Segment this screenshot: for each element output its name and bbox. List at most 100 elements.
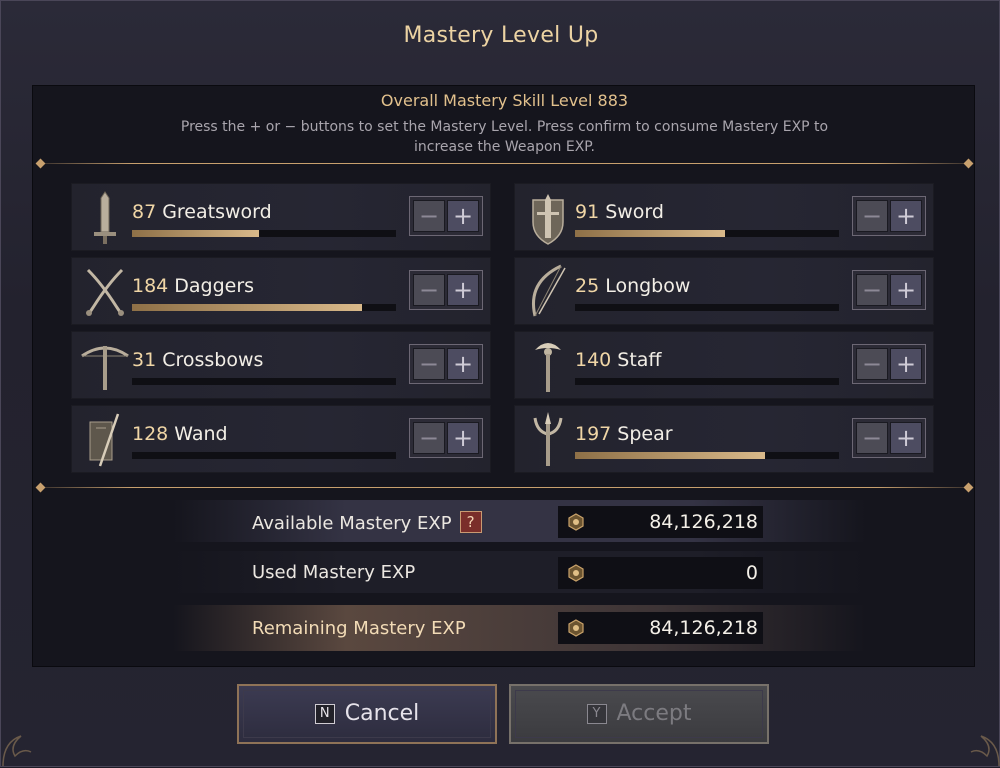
- bottom-divider: [39, 487, 970, 488]
- level-stepper: − +: [852, 196, 926, 236]
- weapon-progress-bar: [132, 452, 396, 459]
- weapon-row: 128 Wand − +: [71, 405, 491, 473]
- weapon-progress-bar: [575, 452, 839, 459]
- weapon-name: Sword: [605, 201, 664, 223]
- available-exp-label: Available Mastery EXP: [252, 513, 452, 534]
- help-icon[interactable]: ?: [459, 511, 482, 533]
- plus-button[interactable]: +: [890, 274, 922, 306]
- plus-button[interactable]: +: [447, 348, 479, 380]
- plus-button[interactable]: +: [447, 200, 479, 232]
- weapon-name: Staff: [617, 349, 662, 371]
- available-exp-box: 84,126,218: [558, 506, 763, 538]
- minus-button[interactable]: −: [413, 274, 445, 306]
- weapon-row: 140 Staff − +: [514, 331, 934, 399]
- weapon-progress-bar: [575, 378, 839, 385]
- level-stepper: − +: [409, 344, 483, 384]
- mastery-coin-icon: [568, 619, 584, 637]
- plus-button[interactable]: +: [890, 348, 922, 380]
- spear-trident-icon: [533, 412, 563, 466]
- weapon-name: Crossbows: [162, 349, 264, 371]
- weapon-row: 184 Daggers − +: [71, 257, 491, 325]
- cancel-button[interactable]: N Cancel: [237, 684, 497, 744]
- accept-button[interactable]: Y Accept: [509, 684, 769, 744]
- weapon-name: Greatsword: [162, 201, 272, 223]
- level-stepper: − +: [852, 344, 926, 384]
- weapon-level-label: 91 Sword: [575, 201, 664, 223]
- level-stepper: − +: [409, 196, 483, 236]
- weapon-level: 87: [132, 201, 157, 223]
- available-exp-value: 84,126,218: [649, 511, 758, 533]
- level-stepper: − +: [409, 270, 483, 310]
- used-exp-label: Used Mastery EXP: [252, 562, 416, 583]
- remaining-exp-value: 84,126,218: [649, 617, 758, 639]
- greatsword-icon: [94, 191, 116, 244]
- mastery-coin-icon: [568, 564, 584, 582]
- level-stepper: − +: [409, 418, 483, 458]
- weapon-name: Daggers: [174, 275, 255, 297]
- weapon-level-label: 128 Wand: [132, 423, 228, 445]
- weapon-level-label: 25 Longbow: [575, 275, 690, 297]
- weapon-progress-bar: [132, 230, 396, 237]
- weapon-level-label: 87 Greatsword: [132, 201, 272, 223]
- used-exp-value: 0: [745, 562, 758, 584]
- instructions-text: Press the + or − buttons to set the Mast…: [180, 119, 829, 155]
- mastery-panel: Overall Mastery Skill Level 883 Press th…: [32, 85, 975, 667]
- minus-button[interactable]: −: [413, 200, 445, 232]
- weapon-progress-fill: [575, 452, 766, 459]
- weapon-level: 31: [132, 349, 157, 371]
- weapon-progress-fill: [132, 230, 259, 237]
- used-exp-row: Used Mastery EXP 0: [173, 551, 865, 593]
- available-exp-label-wrap: Available Mastery EXP?: [252, 511, 482, 534]
- weapon-progress-fill: [132, 304, 362, 311]
- daggers-icon: [86, 268, 124, 316]
- overall-mastery-level: Overall Mastery Skill Level 883: [380, 91, 629, 110]
- minus-button[interactable]: −: [856, 348, 888, 380]
- weapon-row: 91 Sword − +: [514, 183, 934, 251]
- remaining-exp-row: Remaining Mastery EXP 84,126,218: [173, 605, 865, 651]
- weapon-level-label: 197 Spear: [575, 423, 673, 445]
- weapon-level-label: 140 Staff: [575, 349, 662, 371]
- plus-button[interactable]: +: [447, 274, 479, 306]
- used-exp-box: 0: [558, 557, 763, 589]
- corner-ornament-icon: [2, 735, 32, 767]
- sword-shield-icon: [532, 194, 564, 245]
- weapon-row: 31 Crossbows − +: [71, 331, 491, 399]
- wand-tome-icon: [89, 413, 120, 467]
- weapon-level: 184: [132, 275, 169, 297]
- weapon-level-label: 31 Crossbows: [132, 349, 263, 371]
- mastery-dialog: Mastery Level Up Overall Mastery Skill L…: [0, 0, 1000, 767]
- crossbow-icon: [81, 346, 129, 390]
- minus-button[interactable]: −: [856, 422, 888, 454]
- weapon-name: Longbow: [605, 275, 691, 297]
- weapon-row: 87 Greatsword − +: [71, 183, 491, 251]
- level-stepper: − +: [852, 418, 926, 458]
- plus-button[interactable]: +: [890, 422, 922, 454]
- available-exp-row: Available Mastery EXP? 84,126,218: [173, 500, 865, 542]
- accept-button-frame: [515, 690, 763, 738]
- remaining-exp-label: Remaining Mastery EXP: [252, 618, 466, 639]
- weapon-progress-bar: [132, 304, 396, 311]
- minus-button[interactable]: −: [856, 274, 888, 306]
- weapon-level: 128: [132, 423, 169, 445]
- weapon-level: 25: [575, 275, 600, 297]
- weapon-name: Wand: [174, 423, 228, 445]
- weapon-level-label: 184 Daggers: [132, 275, 254, 297]
- level-stepper: − +: [852, 270, 926, 310]
- longbow-icon: [532, 264, 566, 317]
- weapon-name: Spear: [617, 423, 673, 445]
- remaining-exp-box: 84,126,218: [558, 612, 763, 644]
- staff-icon: [535, 343, 561, 392]
- weapon-progress-bar: [575, 230, 839, 237]
- corner-ornament-icon: [970, 735, 1000, 767]
- weapon-progress-bar: [132, 378, 396, 385]
- minus-button[interactable]: −: [856, 200, 888, 232]
- minus-button[interactable]: −: [413, 348, 445, 380]
- cancel-button-frame: [243, 690, 491, 738]
- top-divider: [39, 163, 970, 164]
- weapon-row: 197 Spear − +: [514, 405, 934, 473]
- plus-button[interactable]: +: [447, 422, 479, 454]
- weapon-progress-fill: [575, 230, 726, 237]
- minus-button[interactable]: −: [413, 422, 445, 454]
- plus-button[interactable]: +: [890, 200, 922, 232]
- dialog-title: Mastery Level Up: [403, 23, 599, 48]
